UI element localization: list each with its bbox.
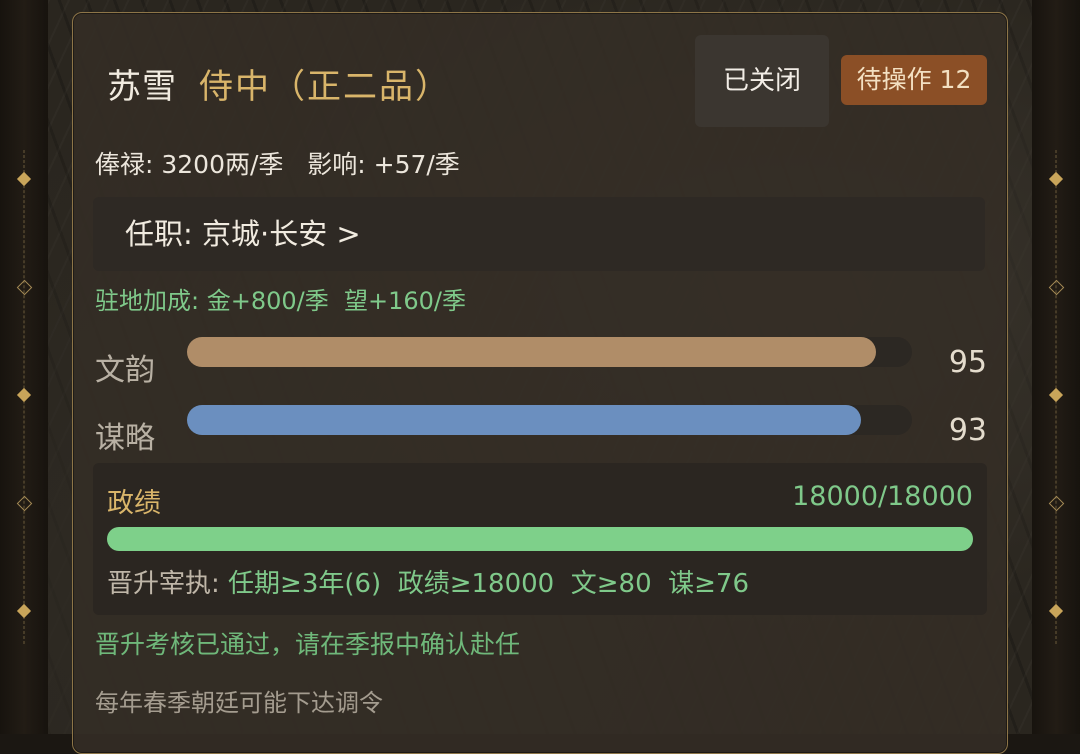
diamond-ornament-icon	[16, 171, 32, 187]
post-location-row[interactable]: 任职: 京城·长安 >	[93, 197, 985, 271]
attr-label-literary: 文韵	[95, 353, 155, 388]
promotion-criteria: 任期≥3年(6) 政绩≥18000 文≥80 谋≥76	[228, 569, 750, 599]
salary-influence-line: 俸禄: 3200两/季 影响: +57/季	[95, 150, 460, 179]
garrison-bonus-line: 驻地加成: 金+800/季 望+160/季	[95, 287, 466, 315]
merit-progress-bar	[107, 527, 973, 551]
diamond-ornament-icon	[16, 603, 32, 619]
official-rank: 侍中（正二品）	[199, 67, 451, 107]
diamond-ornament-icon	[1048, 171, 1064, 187]
merit-progress-fill	[107, 527, 973, 551]
right-ornament-rail	[1031, 0, 1080, 734]
promotion-passed-notice: 晋升考核已通过，请在季报中确认赴任	[95, 630, 521, 659]
left-ornament-rail	[0, 0, 49, 734]
merit-section: 政绩 18000/18000 晋升宰执: 任期≥3年(6) 政绩≥18000 文…	[93, 463, 987, 615]
official-detail-panel: 苏雪 侍中（正二品） 已关闭 待操作 12 俸禄: 3200两/季 影响: +5…	[72, 12, 1008, 754]
transfer-hint: 每年春季朝廷可能下达调令	[95, 689, 383, 717]
diamond-ornament-icon	[16, 279, 33, 296]
attr-bar-literary	[187, 337, 912, 367]
official-name: 苏雪	[107, 67, 177, 107]
diamond-ornament-icon	[1048, 279, 1065, 296]
diamond-ornament-icon	[1048, 387, 1064, 403]
merit-value: 18000/18000	[792, 481, 973, 512]
pending-actions-button[interactable]: 待操作 12	[841, 55, 987, 105]
attr-bar-strategy	[187, 405, 912, 435]
promotion-requirements: 晋升宰执: 任期≥3年(6) 政绩≥18000 文≥80 谋≥76	[107, 563, 749, 600]
attr-value-strategy: 93	[948, 413, 987, 448]
promotion-label: 晋升宰执:	[107, 569, 229, 599]
diamond-ornament-icon	[16, 387, 32, 403]
attr-value-literary: 95	[948, 345, 987, 380]
diamond-ornament-icon	[1048, 495, 1065, 512]
diamond-ornament-icon	[16, 495, 33, 512]
attr-bar-fill-strategy	[187, 405, 862, 435]
merit-label: 政绩	[107, 488, 161, 519]
attr-label-strategy: 谋略	[95, 421, 155, 456]
diamond-ornament-icon	[1048, 603, 1064, 619]
closed-button[interactable]: 已关闭	[695, 35, 829, 127]
attr-bar-fill-literary	[187, 337, 876, 367]
